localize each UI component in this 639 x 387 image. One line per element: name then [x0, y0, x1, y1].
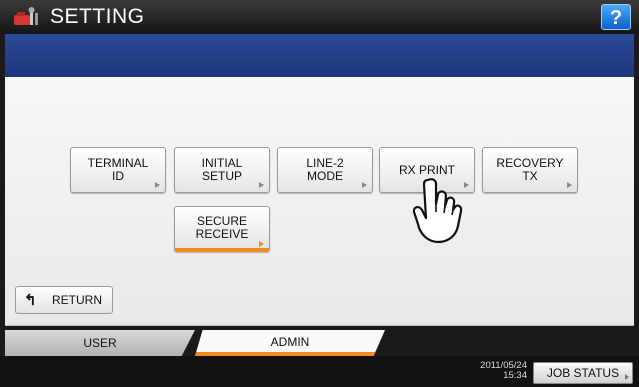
job-status-label: JOB STATUS [546, 366, 620, 380]
terminal-id-button[interactable]: TERMINAL ID [70, 147, 166, 193]
info-band [5, 34, 634, 77]
pointing-hand-icon [412, 178, 463, 244]
help-button[interactable]: ? [601, 4, 631, 30]
status-bar: 2011/05/24 15:34 JOB STATUS [0, 356, 639, 387]
secure-receive-label: SECURE RECEIVE [195, 213, 249, 241]
arrow-right-icon [567, 182, 572, 188]
return-label: RETURN [52, 293, 102, 307]
page-title: SETTING [50, 5, 145, 28]
title-bar: SETTING ? [0, 0, 639, 34]
tab-admin[interactable]: ADMIN [195, 330, 385, 356]
initial-setup-label: INITIAL SETUP [201, 156, 243, 183]
arrow-right-icon [625, 374, 629, 380]
date-time: 2011/05/24 15:34 [480, 361, 527, 381]
return-button[interactable]: ↰ RETURN [15, 286, 113, 314]
initial-setup-button[interactable]: INITIAL SETUP [174, 147, 270, 193]
secure-receive-button[interactable]: SECURE RECEIVE [174, 206, 270, 252]
line2-mode-button[interactable]: LINE-2 MODE [277, 147, 373, 193]
tab-bar: USER ADMIN [0, 330, 639, 356]
tab-user[interactable]: USER [5, 330, 195, 356]
recovery-tx-label: RECOVERY TX [496, 156, 564, 183]
arrow-right-icon [259, 241, 264, 247]
setting-tools-icon [14, 7, 38, 25]
arrow-right-icon [362, 182, 367, 188]
return-arrow-icon: ↰ [24, 292, 37, 309]
terminal-id-label: TERMINAL ID [87, 156, 149, 183]
time-text: 15:34 [503, 370, 527, 381]
arrow-right-icon [259, 182, 264, 188]
line2-mode-label: LINE-2 MODE [306, 156, 344, 183]
recovery-tx-button[interactable]: RECOVERY TX [482, 147, 578, 193]
rx-print-label: RX PRINT [398, 162, 455, 177]
arrow-right-icon [155, 182, 160, 188]
job-status-button[interactable]: JOB STATUS [533, 362, 633, 384]
